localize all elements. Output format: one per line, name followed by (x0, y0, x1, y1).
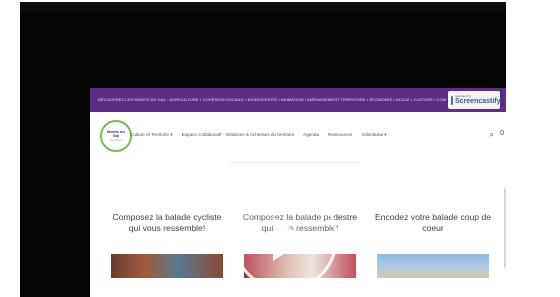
card-image (377, 254, 489, 278)
play-icon (273, 217, 307, 261)
card-title: Composez la balade cycliste qui vous res… (112, 212, 222, 233)
nav-menu: Culture et Territoire ▾ Espace Collabora… (130, 132, 387, 138)
page-scrollbar[interactable] (504, 188, 506, 268)
screencastify-icon (451, 95, 453, 105)
topic-bar-text: DÉCOUVREZ LES MONTS DU GAL : AGRICULTURE… (98, 97, 447, 102)
player-top-strip (20, 2, 506, 12)
cart-count[interactable]: 0 (500, 130, 504, 137)
site-logo[interactable]: Monts du Gal Territoire (100, 120, 132, 152)
badge-brand-text: Screencastify (455, 98, 501, 105)
nav-item-culture[interactable]: Culture et Territoire ▾ (130, 132, 173, 138)
logo-line-3: Territoire (110, 137, 122, 142)
nav-item-agenda[interactable]: Agenda (303, 132, 319, 138)
nav-item-espace-collaboratif[interactable]: Espace Collaboratif - Initiatives & rich… (182, 132, 295, 138)
nav-item-ressources[interactable]: Ressources (328, 132, 352, 138)
card-title: Encodez votre balade coup de coeur (374, 212, 492, 233)
card-balade-coup-de-coeur[interactable]: Encodez votre balade coup de coeur (374, 212, 492, 278)
nav-item-volontariat[interactable]: Volontariat ▾ (361, 132, 386, 138)
site-navigation: Monts du Gal Territoire Culture et Terri… (90, 112, 506, 162)
screencastify-badge: recorded by Screencastify (448, 91, 501, 109)
nav-divider (230, 162, 360, 163)
site-topic-bar: DÉCOUVREZ LES MONTS DU GAL : AGRICULTURE… (90, 88, 506, 112)
card-balade-cycliste[interactable]: Composez la balade cycliste qui vous res… (108, 212, 226, 278)
card-image (111, 254, 223, 278)
search-icon[interactable]: ⌕ (490, 130, 494, 140)
